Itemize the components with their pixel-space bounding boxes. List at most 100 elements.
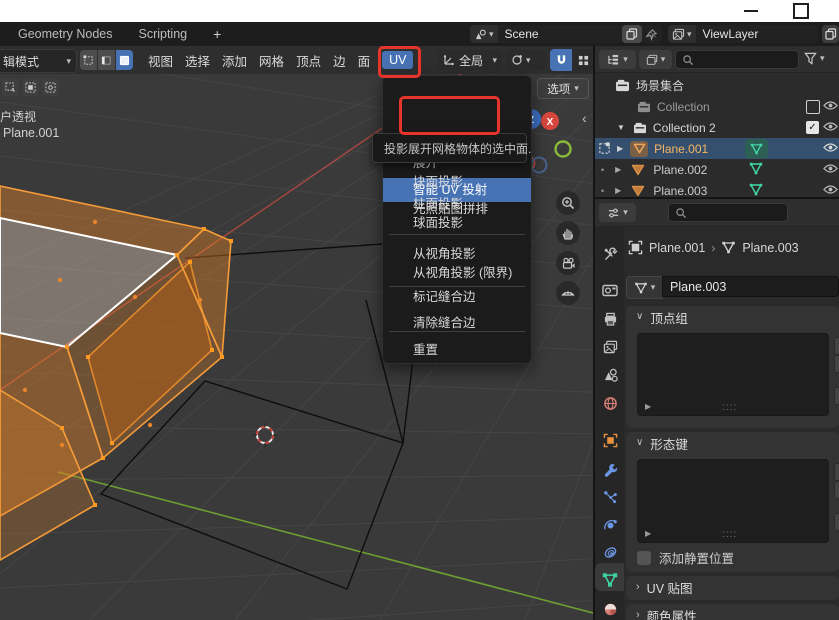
viewlayer-name[interactable]: ViewLayer: [696, 27, 759, 41]
datablock-type-button[interactable]: ▾: [626, 276, 663, 299]
menu-item-mark-seam[interactable]: 标记缝合边: [383, 286, 531, 309]
snap-toggle[interactable]: [550, 49, 572, 71]
vertex-groups-list[interactable]: ▶ ::::: [637, 333, 829, 416]
exclude-checkbox-checked[interactable]: ✓: [806, 121, 819, 134]
add-workspace-button[interactable]: +: [213, 26, 221, 42]
tab-render[interactable]: [597, 278, 623, 302]
menu-add[interactable]: 添加: [222, 51, 247, 70]
vertex-groups-header[interactable]: ∨ 顶点组: [626, 306, 839, 328]
eye-icon[interactable]: [823, 121, 838, 132]
minimize-icon[interactable]: [744, 10, 758, 12]
options-dropdown[interactable]: 选项 ▾: [537, 78, 589, 99]
exclude-checkbox[interactable]: [806, 100, 820, 114]
tab-material[interactable]: [597, 597, 623, 620]
tab-scene[interactable]: [597, 363, 623, 387]
disclosure-open-icon[interactable]: ▼: [617, 123, 625, 132]
camera-view-button[interactable]: [556, 251, 580, 275]
mesh-data-badge[interactable]: [745, 139, 768, 158]
filter-icon[interactable]: ▾: [804, 52, 825, 65]
disclosure-closed-icon[interactable]: ▶: [617, 144, 623, 153]
tab-view-layer[interactable]: [597, 335, 623, 359]
viewlayer-selector[interactable]: ▾ ViewLayer: [668, 25, 818, 43]
new-viewlayer-button[interactable]: [822, 25, 839, 43]
new-scene-button[interactable]: [622, 25, 642, 43]
select-circle-tool-button[interactable]: [42, 79, 59, 96]
eye-icon[interactable]: [823, 100, 838, 111]
row-collection-2[interactable]: ▼ Collection 2 ✓: [595, 117, 839, 138]
eye-icon[interactable]: [823, 163, 838, 174]
orientation-dropdown[interactable]: 全局 ▾: [438, 50, 502, 70]
tab-object[interactable]: [597, 428, 623, 452]
tab-constraints[interactable]: [597, 540, 623, 564]
row-plane-002[interactable]: • ▶ Plane.002: [595, 159, 839, 180]
menu-vertex[interactable]: 顶点: [296, 51, 321, 70]
row-plane-003[interactable]: • ▶ Plane.003: [595, 180, 839, 197]
properties-search-field[interactable]: [668, 203, 788, 222]
disclosure-closed-icon[interactable]: ▶: [615, 186, 621, 195]
row-scene-collection[interactable]: 场景集合: [595, 75, 839, 96]
menu-edge[interactable]: 边: [333, 51, 346, 70]
mesh-data-icon[interactable]: [749, 183, 763, 196]
remove-vertex-group-button[interactable]: [834, 355, 839, 373]
scene-name[interactable]: Scene: [498, 27, 539, 41]
viewlayer-icon[interactable]: ▾: [668, 25, 696, 43]
list-expand-icon[interactable]: ▶: [645, 402, 651, 411]
workspace-tab-geometry-nodes[interactable]: Geometry Nodes: [18, 27, 112, 41]
menu-face[interactable]: 面: [358, 51, 371, 70]
shape-keys-header[interactable]: ∨ 形态键: [626, 432, 839, 454]
eye-icon[interactable]: [823, 184, 838, 195]
list-expand-icon[interactable]: ▶: [645, 529, 651, 538]
outliner-search-field[interactable]: [675, 50, 799, 69]
mesh-data-icon[interactable]: [749, 162, 763, 175]
tab-output[interactable]: [597, 307, 623, 331]
menu-mesh[interactable]: 网格: [259, 51, 284, 70]
zoom-viewport-button[interactable]: [556, 191, 580, 215]
add-vertex-group-button[interactable]: [834, 337, 839, 355]
menu-item-project-from-view-bounds[interactable]: 从视角投影 (限界): [383, 262, 531, 285]
properties-editor-type-dropdown[interactable]: ▾: [599, 203, 636, 222]
datablock-name-field[interactable]: Plane.003: [662, 276, 839, 297]
workspace-tab-scripting[interactable]: Scripting: [138, 27, 187, 41]
row-collection[interactable]: Collection: [595, 96, 839, 117]
rest-position-checkbox[interactable]: [637, 551, 651, 565]
pivot-dropdown[interactable]: ▾: [506, 50, 546, 70]
select-box-tool-button[interactable]: [22, 79, 39, 96]
row-plane-001[interactable]: ▶ Plane.001: [595, 138, 839, 159]
outliner-display-mode-dropdown[interactable]: ▾: [639, 50, 672, 69]
menu-item-reset[interactable]: 重置: [383, 339, 531, 362]
tab-modifiers[interactable]: [597, 457, 623, 481]
list-resize-grip[interactable]: ::::: [722, 529, 737, 540]
grid-view-button[interactable]: [556, 281, 580, 305]
remove-shape-key-button[interactable]: [834, 481, 839, 499]
add-shape-key-button[interactable]: [834, 463, 839, 481]
scene-icon[interactable]: ▾: [470, 25, 498, 43]
sidebar-collapse-arrow[interactable]: ‹: [582, 110, 587, 126]
menu-item-cube-projection[interactable]: 块面投影: [383, 171, 531, 194]
tab-physics[interactable]: [597, 513, 623, 537]
outliner-editor-type-dropdown[interactable]: ▾: [599, 50, 636, 69]
tab-object-data[interactable]: [597, 568, 623, 592]
breadcrumb-data[interactable]: Plane.003: [742, 241, 798, 255]
menu-select[interactable]: 选择: [185, 51, 210, 70]
list-resize-grip[interactable]: ::::: [722, 402, 737, 413]
breadcrumb-object[interactable]: Plane.001: [649, 241, 705, 255]
unlink-scene-icon[interactable]: ×: [646, 25, 660, 43]
vertex-group-specials-button[interactable]: [834, 387, 839, 405]
face-select-button[interactable]: [116, 50, 133, 70]
tab-world[interactable]: [597, 391, 623, 415]
tab-particles[interactable]: [597, 485, 623, 509]
tab-tool[interactable]: [597, 242, 623, 266]
color-attributes-panel[interactable]: › 颜色属性: [626, 604, 839, 620]
menu-item-sphere-projection[interactable]: 球面投影: [383, 212, 531, 235]
edge-select-button[interactable]: [98, 50, 115, 70]
menu-view[interactable]: 视图: [148, 51, 173, 70]
snap-settings-button[interactable]: [573, 49, 593, 71]
shape-key-specials-button[interactable]: [834, 513, 839, 531]
uv-maps-panel[interactable]: › UV 贴图: [626, 576, 839, 600]
tweak-tool-button[interactable]: [2, 79, 19, 96]
vertex-select-button[interactable]: [80, 50, 97, 70]
disclosure-closed-icon[interactable]: ▶: [615, 165, 621, 174]
shape-keys-list[interactable]: ▶ ::::: [637, 459, 829, 543]
mode-dropdown[interactable]: 辑模式 ▾: [0, 49, 77, 73]
maximize-icon[interactable]: [793, 3, 809, 19]
